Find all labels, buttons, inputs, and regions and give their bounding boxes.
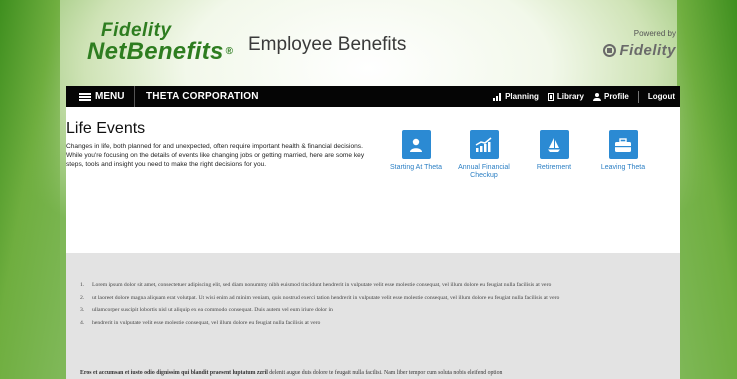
briefcase-icon <box>608 130 638 159</box>
person-icon <box>401 130 431 159</box>
fidelity-emblem-icon <box>603 44 617 57</box>
app-title: Employee Benefits <box>248 34 407 55</box>
tile-label: Retirement <box>536 164 572 171</box>
page-title: Life Events <box>66 120 146 137</box>
registered-mark: ® <box>225 46 234 57</box>
logout-link[interactable]: Logout <box>648 92 675 101</box>
list-item-text: Lorem ipsum dolor sit amet, consectetuer… <box>92 282 552 288</box>
logout-label: Logout <box>647 92 675 101</box>
list-item: 3. ullamcorper suscipit lobortis nisl ut … <box>80 306 673 315</box>
tile-label: Annual Financial Checkup <box>458 164 510 179</box>
nav-planning-label: Planning <box>505 92 539 101</box>
tile-leaving-theta[interactable]: Leaving Theta <box>593 130 653 172</box>
list-item-text: ut laoreet dolore magna aliquam erat vol… <box>92 294 560 301</box>
footer-notes: 1. Lorem ipsum dolor sit amet, consectetu… <box>66 253 680 379</box>
nav-separator <box>637 90 639 103</box>
list-item-text: ullamcorper suscipit lobortis nisl ut al… <box>92 307 333 313</box>
bar-chart-icon <box>493 92 502 101</box>
nav-divider <box>134 86 135 107</box>
list-item-number: 2. <box>80 294 85 301</box>
nav-links: Planning Library Profile Logout <box>484 86 675 107</box>
footer-list: 1. Lorem ipsum dolor sit amet, consectetu… <box>80 281 673 331</box>
menu-button[interactable]: MENU <box>79 86 124 107</box>
tile-annual-financial-checkup[interactable]: Annual Financial Checkup <box>454 130 514 180</box>
nav-planning[interactable]: Planning <box>493 92 539 101</box>
growth-chart-icon <box>469 130 499 159</box>
powered-by-fidelity: Powered by Fidelity <box>603 29 676 59</box>
company-name: THETA CORPORATION <box>146 91 259 102</box>
intro-text: Changes in life, both planned for and un… <box>66 143 365 168</box>
tile-starting-at-theta[interactable]: Starting At Theta <box>382 130 450 172</box>
nav-profile[interactable]: Profile <box>592 92 629 101</box>
logo-netbenefits-text: NetBenefits <box>87 38 224 65</box>
nav-library-label: Library <box>556 92 584 101</box>
list-item-text: hendrerit in vulputate velit esse molest… <box>92 319 321 326</box>
footer-paragraph: Eros et accumsan et iusto odio dignissim… <box>80 370 502 376</box>
sailboat-icon <box>539 130 569 159</box>
nav-library[interactable]: Library <box>547 92 584 101</box>
list-item: 4. hendrerit in vulputate velit esse mole… <box>80 319 673 328</box>
logo-line-netbenefits: NetBenefits ® <box>87 40 233 64</box>
footer-paragraph-bold: Eros et accumsan et iusto odio dignissim… <box>80 370 268 376</box>
background-left-stripe <box>0 0 60 379</box>
person-icon <box>592 92 601 101</box>
tile-label: Starting At Theta <box>389 164 442 171</box>
nav-profile-label: Profile <box>603 92 629 101</box>
menu-label: MENU <box>95 91 125 102</box>
netbenefits-logo[interactable]: Fidelity NetBenefits ® <box>87 21 233 64</box>
book-icon <box>547 92 554 101</box>
hamburger-icon <box>79 92 91 101</box>
list-item-number: 1. <box>80 282 85 288</box>
list-item-number: 3. <box>80 307 85 313</box>
list-item: 1. Lorem ipsum dolor sit amet, consectetu… <box>80 281 673 290</box>
footer-paragraph-rest: delenit augue duis dolore te feugait nul… <box>267 370 503 376</box>
list-item: 2. ut laoreet dolore magna aliquam erat v… <box>80 294 673 303</box>
top-navbar: MENU THETA CORPORATION Planning Library … <box>66 86 680 107</box>
tile-retirement[interactable]: Retirement <box>529 130 579 172</box>
fidelity-wordmark: Fidelity <box>619 42 676 59</box>
brand-header: Fidelity NetBenefits ® Employee Benefits … <box>55 0 692 86</box>
list-item-number: 4. <box>80 319 85 326</box>
powered-by-label: Powered by <box>633 29 676 38</box>
fidelity-logo: Fidelity <box>603 42 676 59</box>
tile-label: Leaving Theta <box>600 164 646 171</box>
life-events-section: Life Events Changes in life, both planne… <box>66 107 680 253</box>
page: Fidelity NetBenefits ® Employee Benefits … <box>55 0 692 379</box>
